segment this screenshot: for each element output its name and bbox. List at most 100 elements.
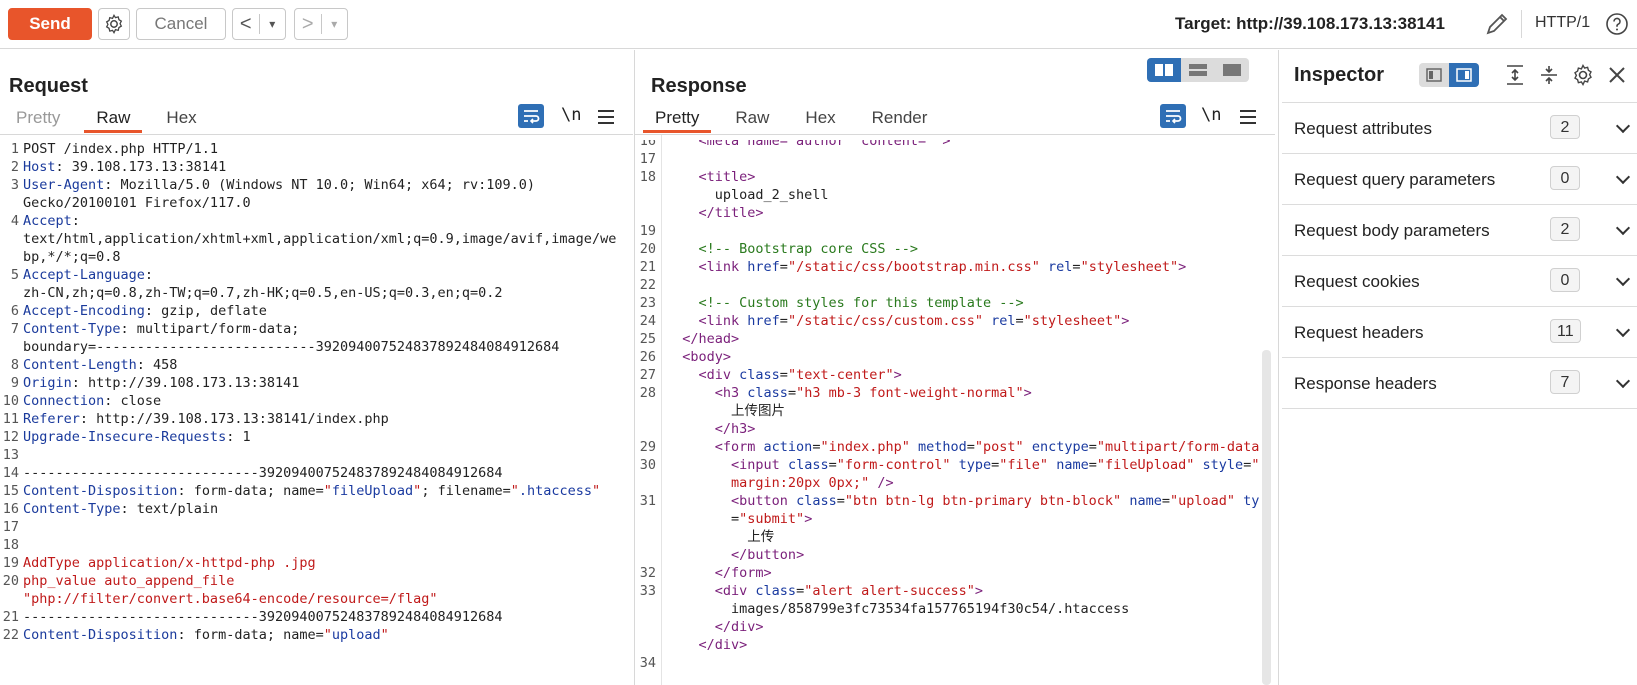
code-token: : text/plain — [120, 501, 219, 517]
chevron-down-icon[interactable] — [1615, 220, 1631, 236]
response-tab-raw[interactable]: Raw — [723, 105, 781, 133]
request-wrap-button[interactable] — [518, 104, 544, 128]
inspector-collapse-right-button[interactable] — [1449, 63, 1479, 87]
response-tab-render[interactable]: Render — [860, 105, 940, 133]
inspector-row-request-body-parameters[interactable]: Request body parameters 2 — [1282, 205, 1637, 256]
line-number: 34 — [639, 655, 656, 671]
response-editor[interactable]: 16 <meta name="author" content=""> 17 18 <… — [635, 140, 1260, 685]
layout-stacked-button[interactable] — [1181, 58, 1215, 82]
http-version-label[interactable]: HTTP/1 — [1535, 14, 1590, 32]
code-line: "php://filter/convert.base64-encode/reso… — [23, 590, 438, 608]
line-number: 7 — [10, 321, 19, 337]
response-scrollbar[interactable] — [1262, 350, 1271, 685]
back-nav-button[interactable]: < ▾ — [232, 8, 286, 40]
line-number: 27 — [639, 367, 656, 383]
response-tab-pretty[interactable]: Pretty — [643, 105, 712, 133]
code-token: < — [666, 349, 691, 365]
close-icon[interactable] — [1607, 65, 1627, 85]
line-number: 24 — [639, 313, 656, 329]
forward-dropdown-icon[interactable]: ▾ — [322, 17, 348, 31]
code-token: = — [828, 457, 837, 473]
code-line: <!-- Bootstrap core CSS --> — [666, 240, 918, 258]
code-token: " — [323, 627, 332, 643]
code-token: button — [747, 547, 797, 563]
request-tab-hex[interactable]: Hex — [154, 105, 208, 133]
code-token: : http://39.108.173.13:38141/index.php — [79, 411, 389, 427]
code-token: </ — [666, 619, 732, 635]
code-line: <link href="/static/css/custom.css" rel=… — [666, 312, 1130, 330]
chevron-down-icon[interactable] — [1615, 373, 1631, 389]
code-line: <button class="btn btn-lg btn-primary bt… — [666, 492, 1260, 510]
code-line: -----------------------------39209400752… — [23, 608, 503, 626]
line-number: 26 — [639, 349, 656, 365]
code-line: -----------------------------39209400752… — [23, 464, 503, 482]
gear-icon[interactable] — [1571, 63, 1595, 87]
response-newline-toggle[interactable]: \n — [1201, 105, 1221, 125]
expand-all-icon[interactable] — [1504, 64, 1526, 86]
code-line: </div> — [666, 618, 764, 636]
line-number: 15 — [2, 483, 19, 499]
response-menu-icon[interactable] — [1240, 110, 1256, 124]
code-token: = — [779, 313, 788, 329]
code-line: <link href="/static/css/bootstrap.min.cs… — [666, 258, 1187, 276]
code-token: div — [722, 583, 756, 599]
line-number: 21 — [2, 609, 19, 625]
response-tab-hex[interactable]: Hex — [793, 105, 847, 133]
chevron-down-icon[interactable] — [1615, 169, 1631, 185]
response-wrap-button[interactable] — [1160, 104, 1186, 128]
code-token: "stylesheet" — [1080, 259, 1179, 275]
send-button[interactable]: Send — [8, 8, 92, 40]
help-icon[interactable] — [1605, 12, 1629, 36]
code-token: 上传 — [666, 529, 775, 545]
inspector-row-request-headers[interactable]: Request headers 11 — [1282, 307, 1637, 358]
back-dropdown-icon[interactable]: ▾ — [260, 17, 286, 31]
top-toolbar: Send Cancel < ▾ > ▾ Target: http://39.10… — [0, 0, 1637, 49]
code-token: > — [893, 367, 902, 383]
code-token: "btn btn-lg btn-primary btn-block" — [844, 493, 1122, 509]
code-line: <div class="alert alert-success"> — [666, 582, 983, 600]
line-number: 20 — [2, 573, 19, 589]
code-line: Upgrade-Insecure-Requests: 1 — [23, 428, 251, 446]
inspector-row-request-cookies[interactable]: Request cookies 0 — [1282, 256, 1637, 307]
code-token: form — [731, 565, 764, 581]
chevron-down-icon[interactable] — [1615, 322, 1631, 338]
code-token: name — [1121, 493, 1162, 509]
code-line: </head> — [666, 330, 739, 348]
request-tab-pretty[interactable]: Pretty — [4, 105, 72, 133]
count-badge: 11 — [1550, 319, 1581, 343]
request-tab-raw[interactable]: Raw — [84, 105, 143, 133]
code-token: User-Agent — [23, 177, 105, 193]
inspector-row-label: Response headers — [1294, 374, 1437, 393]
inspector-row-request-attributes[interactable]: Request attributes 2 — [1282, 103, 1637, 154]
forward-arrow-icon[interactable]: > — [295, 13, 321, 36]
settings-gear-button[interactable] — [98, 8, 130, 40]
gear-icon — [105, 13, 123, 35]
layout-side-by-side-button[interactable] — [1147, 58, 1181, 82]
inspector-row-response-headers[interactable]: Response headers 7 — [1282, 358, 1637, 409]
code-token: : http://39.108.173.13:38141 — [71, 375, 300, 391]
code-token: < — [666, 259, 707, 275]
edit-pencil-icon[interactable] — [1483, 10, 1511, 38]
line-number: 17 — [639, 151, 656, 167]
inspector-collapse-left-button[interactable] — [1419, 63, 1449, 87]
code-token: = — [666, 511, 740, 527]
back-arrow-icon[interactable]: < — [233, 13, 259, 36]
code-line: upload_2_shell — [666, 186, 829, 204]
chevron-down-icon[interactable] — [1615, 271, 1631, 287]
code-line: Accept: — [23, 212, 80, 230]
cancel-button[interactable]: Cancel — [136, 8, 226, 40]
chevron-down-icon[interactable] — [1615, 118, 1631, 134]
forward-nav-button[interactable]: > ▾ — [294, 8, 348, 40]
request-menu-icon[interactable] — [598, 110, 614, 124]
request-editor[interactable]: 1 POST /index.php HTTP/1.1 2 Host: 39.108.1… — [0, 140, 633, 685]
code-token: " — [380, 627, 389, 643]
code-token: rel — [1039, 259, 1073, 275]
inspector-row-request-query-parameters[interactable]: Request query parameters 0 — [1282, 154, 1637, 205]
code-token: < — [666, 439, 723, 455]
line-number: 33 — [639, 583, 656, 599]
code-token: AddType application/x-httpd-php .jpg — [23, 555, 316, 571]
code-token: .htaccess — [518, 483, 593, 499]
request-newline-toggle[interactable]: \n — [561, 105, 581, 125]
collapse-all-icon[interactable] — [1538, 64, 1560, 86]
layout-tabs-button[interactable] — [1215, 58, 1249, 82]
